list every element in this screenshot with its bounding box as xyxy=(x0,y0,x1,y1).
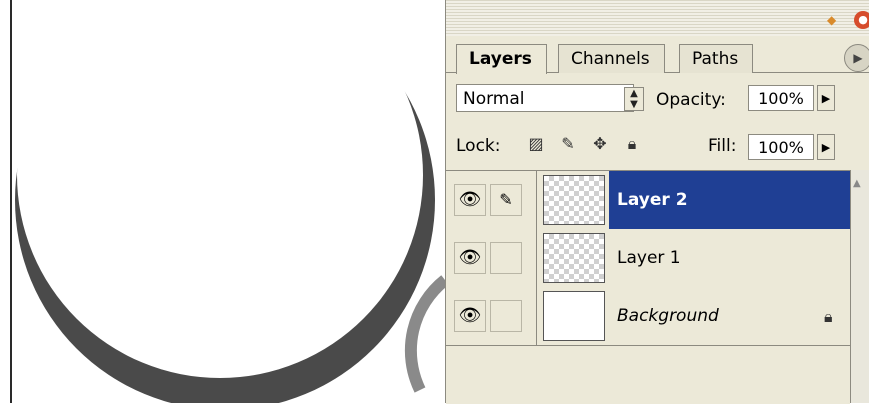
layer-thumbnail xyxy=(543,291,605,341)
layer-name[interactable]: Layer 1 xyxy=(609,229,850,287)
fill-label: Fill: xyxy=(708,136,737,156)
lock-label: Lock: xyxy=(456,136,501,156)
lock-transparent-pixels-icon[interactable]: ▨ xyxy=(526,134,546,154)
brush-icon[interactable]: ✎ xyxy=(490,184,522,216)
column-divider xyxy=(536,287,537,345)
palette-menu-arrow-icon[interactable]: ▶ xyxy=(844,44,869,72)
layer-name[interactable]: Layer 2 xyxy=(609,171,850,229)
link-cell[interactable] xyxy=(490,300,522,332)
column-divider xyxy=(536,229,537,287)
palette-titlebar[interactable]: ◆ ● xyxy=(446,0,869,36)
layers-list: 👁︎ ✎ Layer 2 👁︎ Layer 1 👁︎ Background 🔒︎ xyxy=(446,170,850,404)
tab-paths[interactable]: Paths xyxy=(679,44,754,73)
blend-mode-spinner-icon[interactable]: ▲ ▼ xyxy=(624,87,644,111)
lock-icon: 🔒︎ xyxy=(824,307,833,326)
lock-position-move-icon[interactable]: ✥ xyxy=(590,134,610,154)
link-cell[interactable] xyxy=(490,242,522,274)
column-divider xyxy=(536,171,537,229)
layer-name[interactable]: Background xyxy=(609,287,850,345)
eye-icon[interactable]: 👁︎ xyxy=(454,184,486,216)
tab-channels[interactable]: Channels xyxy=(558,44,665,73)
layer-row-layer-1[interactable]: 👁︎ Layer 1 xyxy=(446,229,850,288)
tab-layers[interactable]: Layers xyxy=(456,44,547,74)
fill-slider-arrow-icon[interactable]: ▶ xyxy=(817,134,835,160)
lock-all-icon[interactable]: 🔒︎ xyxy=(622,134,642,154)
layer-thumbnail xyxy=(543,175,605,225)
eye-icon[interactable]: 👁︎ xyxy=(454,242,486,274)
layers-palette: ◆ ● Layers Channels Paths ▶ Normal ▲ ▼ Op… xyxy=(445,0,869,404)
layer-row-background[interactable]: 👁︎ Background 🔒︎ xyxy=(446,287,850,346)
grey-ring-arc xyxy=(404,275,449,393)
eye-icon[interactable]: 👁︎ xyxy=(454,300,486,332)
layers-scrollbar[interactable]: ▲ xyxy=(850,170,869,403)
scroll-up-icon[interactable]: ▲ xyxy=(853,178,861,189)
layer-row-layer-2[interactable]: 👁︎ ✎ Layer 2 xyxy=(446,171,850,230)
collapse-diamond-icon[interactable]: ◆ xyxy=(827,14,836,26)
opacity-field[interactable]: 100% xyxy=(748,85,814,111)
lock-image-pixels-brush-icon[interactable]: ✎ xyxy=(558,134,578,154)
palette-tabs: Layers Channels Paths xyxy=(446,36,869,74)
opacity-slider-arrow-icon[interactable]: ▶ xyxy=(817,85,835,111)
opacity-label: Opacity: xyxy=(656,90,726,110)
fill-field[interactable]: 100% xyxy=(748,134,814,160)
close-icon[interactable]: ● xyxy=(854,11,869,29)
blend-mode-select[interactable]: Normal xyxy=(456,84,634,112)
layer-thumbnail xyxy=(543,233,605,283)
